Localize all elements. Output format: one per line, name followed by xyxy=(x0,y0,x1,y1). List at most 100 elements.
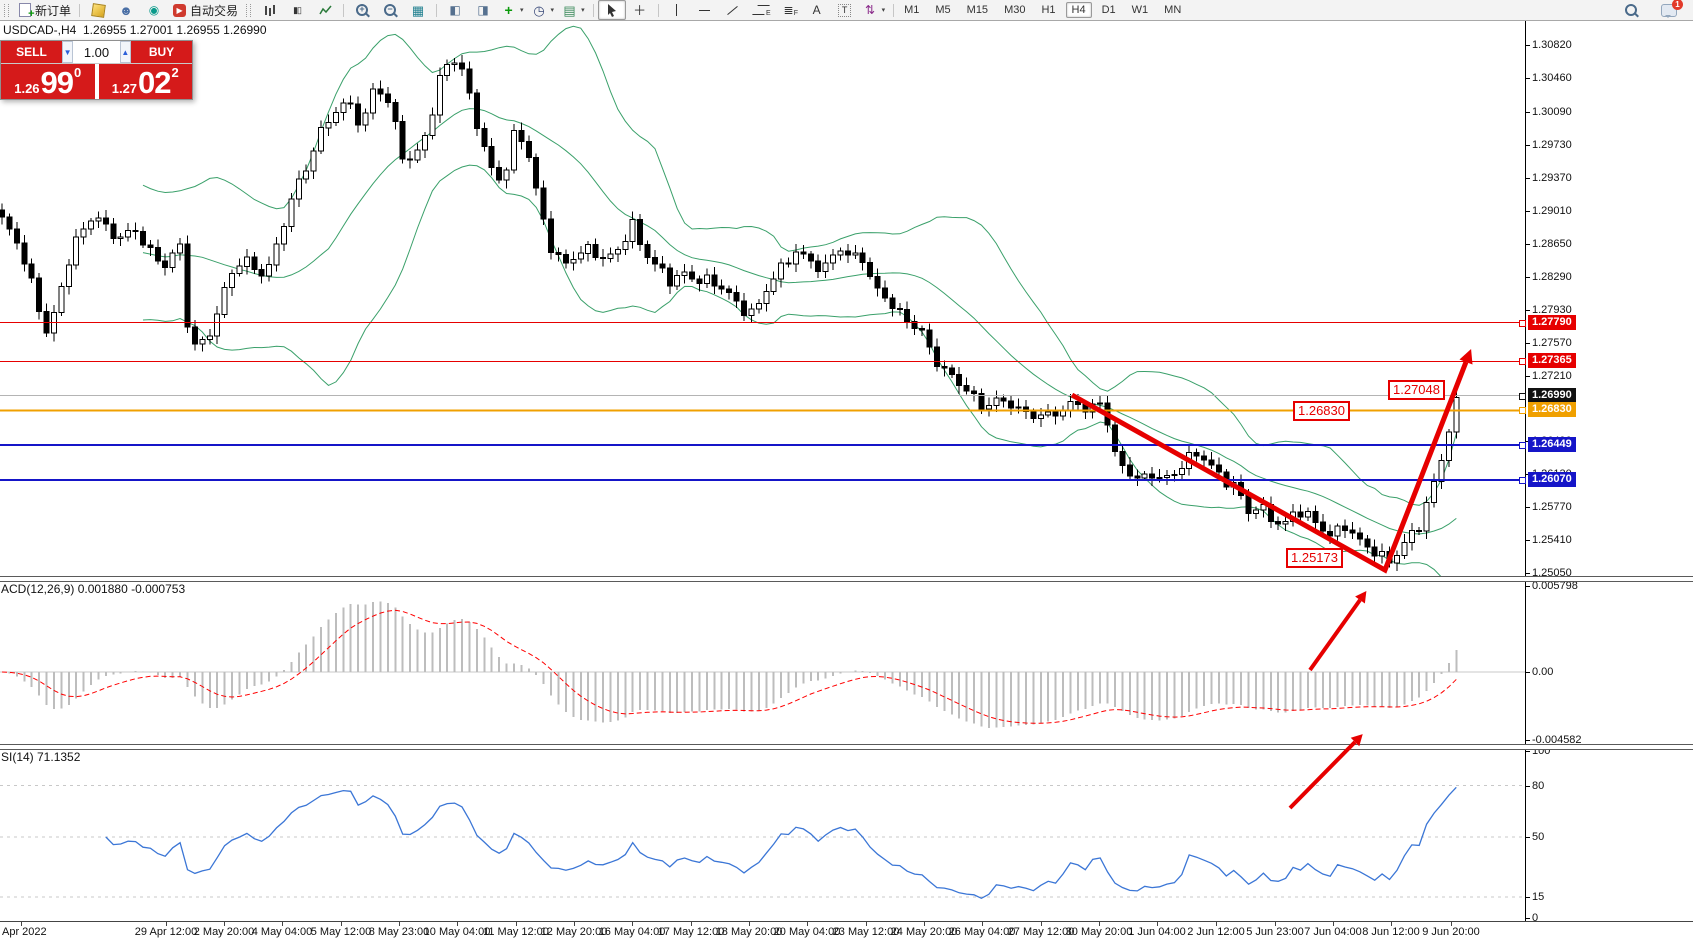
volume-increase-button[interactable]: ▲ xyxy=(120,41,131,63)
timeframe-button-M30[interactable]: M30 xyxy=(998,2,1031,18)
price-annotation-label[interactable]: 1.27048 xyxy=(1388,380,1445,400)
date-label: 30 May 20:00 xyxy=(1066,926,1133,938)
timeframe-button-M15[interactable]: M15 xyxy=(961,2,994,18)
date-axis[interactable]: Apr 202229 Apr 12:002 May 20:004 May 04:… xyxy=(0,921,1693,940)
date-label: 12 May 20:00 xyxy=(541,926,608,938)
cursor-tool-button[interactable] xyxy=(598,0,626,20)
toolbar-grip[interactable] xyxy=(4,4,9,17)
arrows-tool-button[interactable]: ▾ xyxy=(859,0,890,20)
date-label: 20 May 04:00 xyxy=(774,926,841,938)
date-label: 29 Apr 12:00 xyxy=(135,926,197,938)
zoom-in-button[interactable]: + xyxy=(348,0,376,20)
metaeditor-button[interactable] xyxy=(84,0,112,20)
bar-chart-button[interactable] xyxy=(255,0,283,20)
chevron-down-icon: ▾ xyxy=(520,6,524,14)
channel-tool-button[interactable] xyxy=(747,0,775,20)
sell-price-button[interactable]: 1.26990 xyxy=(1,64,95,99)
zoom-in-icon: + xyxy=(356,4,368,16)
profile-previous-button[interactable] xyxy=(441,0,469,20)
date-label: 2 Jun 12:00 xyxy=(1187,926,1245,938)
sell-price-big: 99 xyxy=(41,66,73,99)
fibonacci-tool-button[interactable] xyxy=(775,0,803,20)
rsi-indicator-label: SI(14) 71.1352 xyxy=(1,750,80,764)
clock-icon xyxy=(532,3,547,18)
date-label: 23 May 12:00 xyxy=(833,926,900,938)
tile-windows-button[interactable] xyxy=(404,0,432,20)
date-label: 9 Jun 20:00 xyxy=(1422,926,1480,938)
timeframe-button-W1[interactable]: W1 xyxy=(1126,2,1155,18)
price-tick: 1.27210 xyxy=(1532,370,1572,382)
rsi-panel[interactable] xyxy=(0,748,1525,921)
price-level-badge: 1.26449 xyxy=(1528,437,1576,452)
horizontal-line-tool-button[interactable] xyxy=(691,0,719,20)
market-watch-button[interactable] xyxy=(112,0,140,20)
period-button[interactable]: ▾ xyxy=(528,0,559,20)
notifications-button[interactable]: 1 xyxy=(1655,0,1683,20)
add-indicator-button[interactable]: ▾ xyxy=(497,0,528,20)
new-order-button[interactable]: 新订单 xyxy=(13,0,75,20)
chevron-down-icon: ▾ xyxy=(551,6,555,14)
timeframe-button-M5[interactable]: M5 xyxy=(929,2,956,18)
date-label: 4 May 04:00 xyxy=(252,926,313,938)
cursor-icon xyxy=(604,3,619,18)
macd-panel[interactable] xyxy=(0,580,1525,745)
price-annotation-label[interactable]: 1.25173 xyxy=(1286,548,1343,568)
candlestick-chart-button[interactable] xyxy=(283,0,311,20)
metaeditor-icon xyxy=(91,3,106,18)
signals-button[interactable] xyxy=(140,0,168,20)
toolbar-grip[interactable] xyxy=(246,4,251,17)
date-label: 8 May 23:00 xyxy=(369,926,430,938)
vertical-line-icon xyxy=(676,4,677,16)
badge-connector xyxy=(1519,320,1526,327)
timeframe-button-H4[interactable]: H4 xyxy=(1066,2,1092,18)
timeframe-button-D1[interactable]: D1 xyxy=(1096,2,1122,18)
date-label: 7 Jun 04:00 xyxy=(1304,926,1362,938)
template-icon xyxy=(562,3,577,18)
signal-icon xyxy=(147,3,162,18)
date-label: Apr 2022 xyxy=(2,926,47,938)
buy-button[interactable]: BUY xyxy=(131,41,192,63)
one-click-trade-panel[interactable]: SELL ▼ ▲ BUY 1.26990 1.27022 xyxy=(0,40,193,100)
add-indicator-icon xyxy=(501,3,516,18)
volume-decrease-button[interactable]: ▼ xyxy=(62,41,73,63)
date-label: 24 May 20:00 xyxy=(891,926,958,938)
template-button[interactable]: ▾ xyxy=(558,0,589,20)
price-tick: 1.27570 xyxy=(1532,337,1572,349)
mt4-window: { "toolbar": { "new_order_label": "新订单",… xyxy=(0,0,1693,939)
badge-connector xyxy=(1519,442,1526,449)
badge-connector xyxy=(1519,407,1526,414)
profile-next-button[interactable] xyxy=(469,0,497,20)
zoom-out-button[interactable]: − xyxy=(376,0,404,20)
buy-label: BUY xyxy=(149,45,174,59)
fibonacci-icon xyxy=(781,3,796,18)
buy-price-button[interactable]: 1.27022 xyxy=(99,64,193,99)
line-chart-button[interactable] xyxy=(311,0,339,20)
panel-splitter[interactable] xyxy=(0,744,1693,750)
timeframe-button-M1[interactable]: M1 xyxy=(898,2,925,18)
zoom-out-icon: − xyxy=(384,4,396,16)
buy-price-sup: 2 xyxy=(172,65,179,80)
horizontal-line-icon xyxy=(699,10,710,11)
text-label-tool-button[interactable] xyxy=(831,0,859,20)
vertical-line-tool-button[interactable] xyxy=(663,0,691,20)
date-label: 8 Jun 12:00 xyxy=(1362,926,1420,938)
text-tool-button[interactable] xyxy=(803,0,831,20)
price-tick: 1.30090 xyxy=(1532,106,1572,118)
crosshair-tool-button[interactable] xyxy=(626,0,654,20)
price-tick: 1.30460 xyxy=(1532,72,1572,84)
timeframe-button-H1[interactable]: H1 xyxy=(1035,2,1061,18)
text-label-icon xyxy=(838,4,851,17)
price-level-badge: 1.27790 xyxy=(1528,315,1576,330)
buy-price-small: 1.27 xyxy=(112,81,137,96)
autotrade-button[interactable]: 自动交易 xyxy=(168,0,242,20)
volume-input[interactable] xyxy=(73,41,120,63)
sell-button[interactable]: SELL xyxy=(1,41,62,63)
profile-previous-icon xyxy=(448,3,463,18)
search-button[interactable] xyxy=(1617,0,1645,20)
trendline-tool-button[interactable] xyxy=(719,0,747,20)
main-chart-panel[interactable] xyxy=(0,20,1525,578)
price-annotation-label[interactable]: 1.26830 xyxy=(1293,401,1350,421)
panel-splitter[interactable] xyxy=(0,576,1693,582)
price-axis[interactable]: 1.308201.304601.300901.297301.293701.290… xyxy=(1526,20,1693,921)
timeframe-button-MN[interactable]: MN xyxy=(1158,2,1187,18)
